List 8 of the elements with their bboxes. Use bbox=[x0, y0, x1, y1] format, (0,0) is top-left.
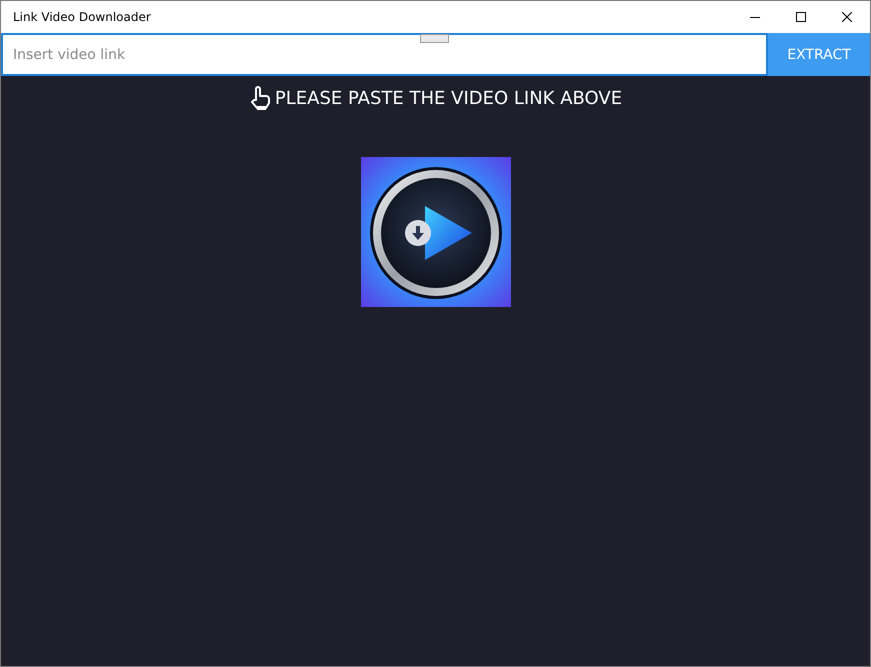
pointing-hand-icon bbox=[248, 86, 271, 111]
instruction-text: PLEASE PASTE THE VIDEO LINK ABOVE bbox=[274, 88, 622, 109]
close-icon bbox=[842, 12, 852, 22]
maximize-icon bbox=[796, 12, 806, 22]
link-input-field[interactable]: Insert video link bbox=[1, 33, 768, 76]
drag-handle[interactable] bbox=[420, 34, 449, 43]
extract-button[interactable]: EXTRACT bbox=[768, 33, 870, 76]
window-title: Link Video Downloader bbox=[12, 10, 151, 24]
